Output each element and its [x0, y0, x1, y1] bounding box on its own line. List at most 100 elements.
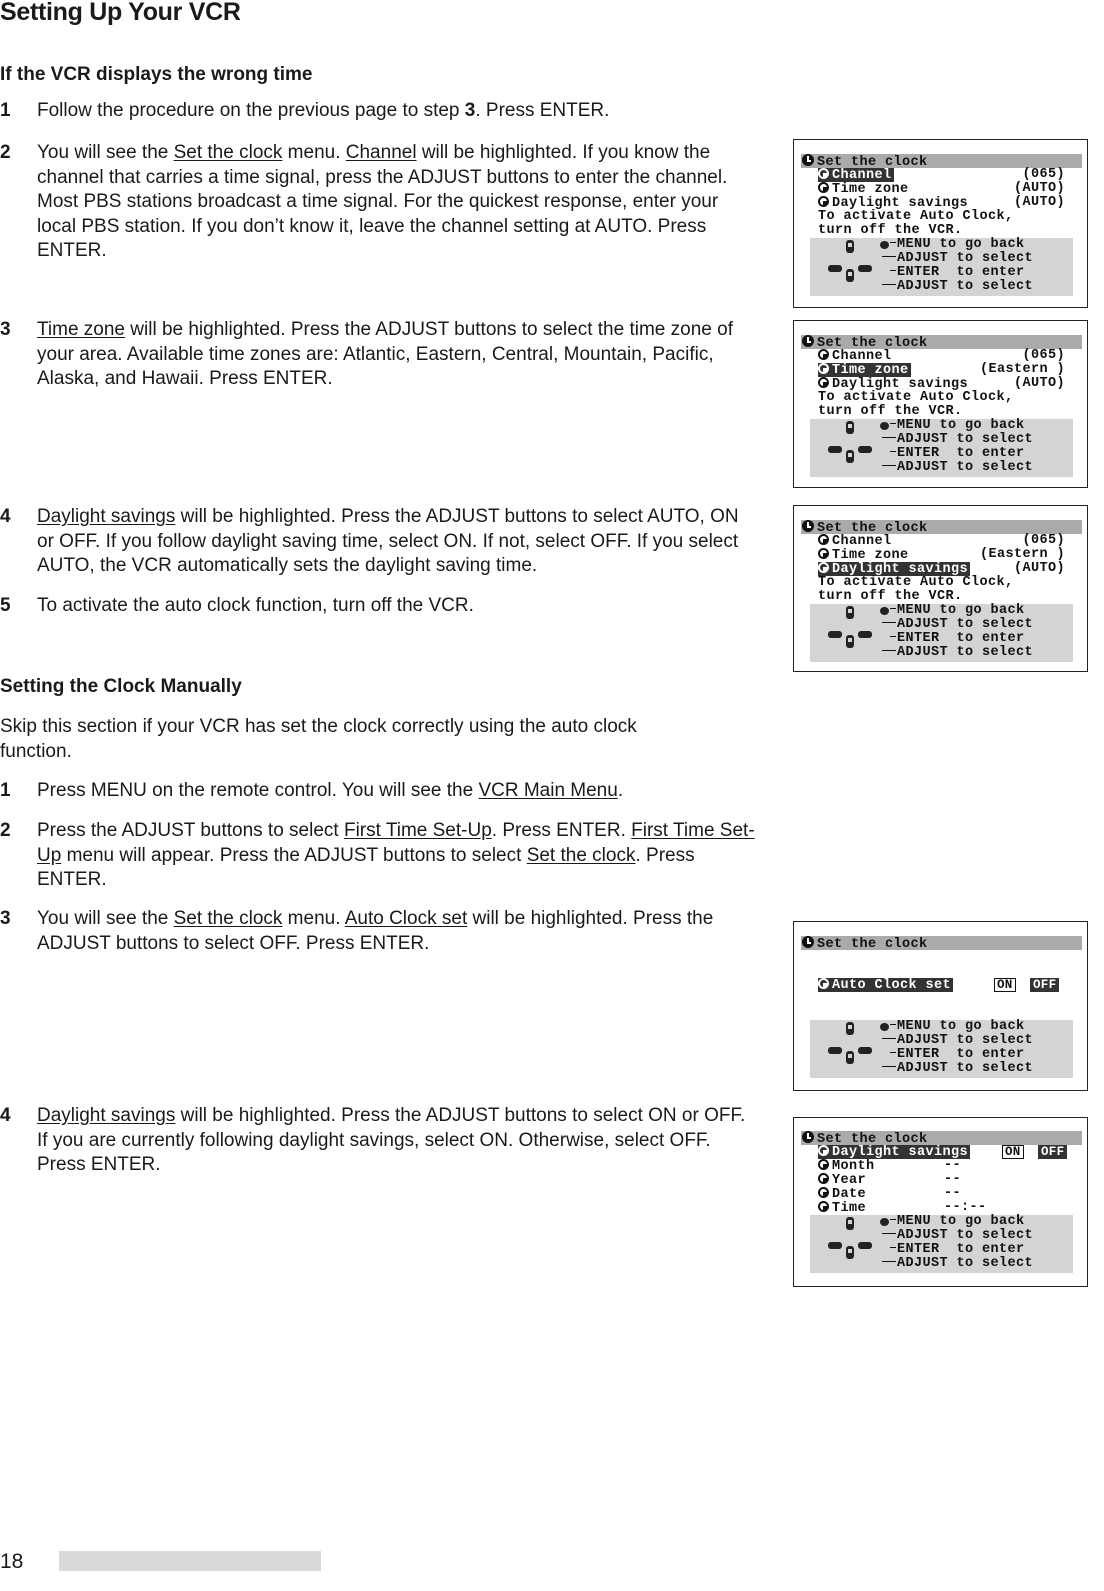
osd-value-time: --:-- [944, 1200, 987, 1215]
text-run: menu will appear. Press the ADJUST butto… [61, 844, 527, 866]
text-run: Press MENU on the remote control. You wi… [37, 780, 479, 801]
osd-help-panel: MENU to go back ADJUST to select ENTER to … [810, 604, 1073, 662]
step-text: Press the ADJUST buttons to select First… [37, 819, 760, 893]
step-text: To activate the auto clock function, tur… [37, 594, 760, 619]
osd-help-panel: MENU to go back ADJUST to select ENTER to … [810, 1020, 1073, 1078]
help-text: ADJUST to select [897, 432, 1034, 447]
osd-option-off: OFF [1030, 978, 1060, 992]
osd-item-daylight: Daylight savings [818, 562, 971, 577]
help-line: MENU to go back [890, 419, 1025, 433]
help-line: MENU to go back [890, 238, 1025, 252]
menu-button-icon [880, 241, 889, 249]
help-text: ENTER to enter [897, 265, 1025, 280]
step-text: You will see the Set the clock menu. Aut… [37, 907, 760, 956]
text-run: . Press ENTER. [475, 100, 610, 121]
osd-item-month: Month [818, 1159, 875, 1174]
osd-value-month: -- [944, 1158, 962, 1173]
osd-item-date: Date [818, 1187, 866, 1202]
connector-line [882, 284, 896, 285]
text-run: . [617, 780, 624, 801]
enter-button-icon [858, 265, 872, 272]
osd-option-on: ON [994, 978, 1016, 992]
connector-line [890, 1052, 896, 1053]
osd-value-time-zone: (Eastern ) [979, 362, 1065, 377]
help-line: ADJUST to select [882, 1229, 1033, 1243]
osd-item-year: Year [818, 1173, 866, 1188]
menu-reference: Set the clock [173, 908, 283, 929]
menu-reference: Daylight savings [37, 506, 176, 527]
osd-value-time-zone: (Eastern ) [979, 547, 1065, 562]
help-line: MENU to go back [890, 1020, 1025, 1034]
osd-help-panel: MENU to go back ADJUST to select ENTER to … [810, 238, 1073, 296]
auto-step-5: 5 To activate the auto clock function, tu… [0, 594, 760, 619]
bullet-icon [818, 1159, 829, 1170]
adjust-up-button-icon [846, 606, 854, 619]
text-run: will be highlighted. Press the ADJUST bu… [37, 319, 733, 389]
help-line: ADJUST to select [882, 280, 1033, 294]
osd-help-panel: MENU to go back ADJUST to select ENTER to … [810, 1215, 1073, 1273]
help-text: MENU to go back [897, 237, 1025, 252]
help-line: MENU to go back [890, 1215, 1025, 1229]
help-line: ADJUST to select [882, 618, 1033, 632]
osd-item-time: Time [818, 1201, 866, 1216]
step-number: 4 [0, 1105, 11, 1126]
osd-value-date: -- [944, 1186, 962, 1201]
manual-step-4: 4 Daylight savings will be highlighted. P… [0, 1104, 760, 1178]
osd-item-auto-clock: Auto Clock set [818, 978, 954, 993]
left-button-icon [828, 1047, 842, 1054]
auto-step-1: 1 Follow the procedure on the previous pa… [0, 99, 760, 124]
osd-item-time-zone: Time zone [818, 363, 911, 378]
step-text: Daylight savings will be highlighted. Pr… [37, 505, 760, 579]
clock-icon [802, 936, 814, 948]
step-text: You will see the Set the clock menu. Cha… [37, 141, 760, 264]
osd-screen-time-zone: Set the clock Channel (065) Time zone (E… [793, 320, 1088, 488]
help-text: ADJUST to select [897, 251, 1034, 266]
left-button-icon [828, 446, 842, 453]
osd-value-time-zone: (AUTO) [1013, 181, 1065, 196]
left-button-icon [828, 631, 842, 638]
osd-help-panel: MENU to go back ADJUST to select ENTER to … [810, 419, 1073, 477]
help-text: ENTER to enter [897, 1242, 1025, 1257]
osd-item-time-zone: Time zone [818, 548, 909, 563]
menu-reference: Daylight savings [37, 1105, 176, 1126]
help-line: ENTER to enter [890, 447, 1025, 461]
help-line: ENTER to enter [890, 1243, 1025, 1257]
menu-reference: Set the clock [526, 844, 636, 866]
help-text: ADJUST to select [897, 1256, 1034, 1271]
osd-note-1: To activate Auto Clock, [818, 390, 1014, 405]
menu-reference: First Time Set-Up [343, 820, 492, 841]
menu-reference: Channel [345, 142, 417, 163]
help-text: MENU to go back [897, 1019, 1025, 1034]
step-text: Press MENU on the remote control. You wi… [37, 779, 760, 804]
step-text: Follow the procedure on the previous pag… [37, 99, 760, 124]
osd-option-on: ON [1002, 1145, 1024, 1159]
clock-icon [802, 154, 814, 166]
adjust-up-button-icon [846, 421, 854, 434]
help-text: ADJUST to select [897, 279, 1034, 294]
step-number: 2 [0, 820, 11, 841]
help-line: ENTER to enter [890, 266, 1025, 280]
auto-step-4: 4 Daylight savings will be highlighted. P… [0, 505, 760, 579]
help-line: ADJUST to select [882, 433, 1033, 447]
clock-icon [802, 335, 814, 347]
manual-step-3: 3 You will see the Set the clock menu. Au… [0, 907, 760, 956]
menu-button-icon [880, 607, 889, 615]
page-title: Setting Up Your VCR [0, 0, 241, 26]
osd-value-channel: (065) [1022, 348, 1065, 363]
connector-line [882, 1038, 896, 1039]
manual-intro: Skip this section if your VCR has set th… [0, 716, 637, 762]
menu-reference: Set the clock [173, 142, 283, 163]
menu-button-icon [880, 1023, 889, 1031]
bullet-icon [818, 1187, 829, 1198]
osd-item-channel: Channel [818, 534, 892, 549]
text-run: . Press ENTER. [491, 820, 632, 841]
help-line: MENU to go back [890, 604, 1025, 618]
connector-line [890, 270, 896, 271]
osd-note-2: turn off the VCR. [818, 589, 963, 604]
step-number: 3 [0, 908, 11, 929]
osd-screen-manual-daylight: Set the clock Daylight savings ON OFF Mo… [793, 1117, 1088, 1287]
adjust-up-button-icon [846, 1217, 854, 1230]
help-line: ENTER to enter [890, 632, 1025, 646]
bullet-icon [818, 534, 829, 545]
adjust-down-button-icon [846, 450, 854, 463]
